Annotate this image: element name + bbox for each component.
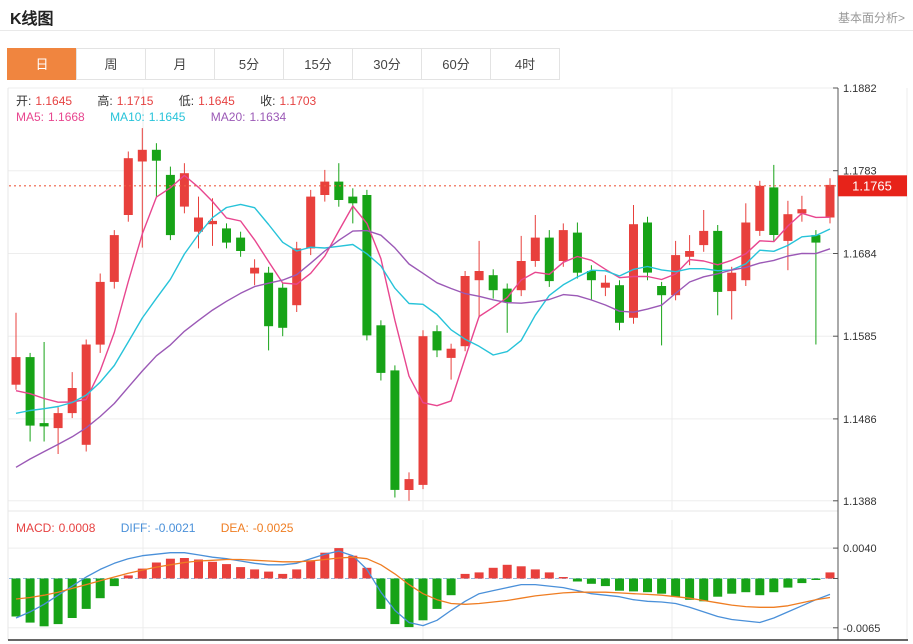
svg-text:1.1765: 1.1765	[852, 178, 892, 193]
high-value: 1.1715	[117, 94, 154, 108]
svg-text:1.1585: 1.1585	[843, 331, 877, 343]
macd-label: MACD:	[16, 521, 55, 535]
close-label: 收:	[260, 94, 275, 108]
open-value: 1.1645	[35, 94, 72, 108]
svg-text:1.1882: 1.1882	[843, 83, 877, 95]
ma10-value: 1.1645	[149, 110, 186, 124]
low-label: 低:	[179, 94, 194, 108]
diff-label: DIFF:	[121, 521, 151, 535]
diff-value: -0.0021	[155, 521, 196, 535]
ohlc-legend: 开: 1.1645 高: 1.1715 低: 1.1645 收: 1.1703	[16, 92, 320, 109]
macd-legend: MACD: 0.0008 DIFF: -0.0021 DEA: -0.0025	[16, 521, 297, 535]
svg-text:1.1388: 1.1388	[843, 496, 877, 508]
dea-label: DEA:	[221, 521, 249, 535]
high-label: 高:	[97, 94, 112, 108]
ma5-value: 1.1668	[48, 110, 85, 124]
macd-value: 0.0008	[59, 521, 96, 535]
ma20-value: 1.1634	[249, 110, 286, 124]
ma10-label: MA10:	[110, 110, 145, 124]
grid-layer	[8, 88, 907, 640]
ma20-label: MA20:	[211, 110, 246, 124]
svg-text:1.1684: 1.1684	[843, 249, 877, 261]
dea-value: -0.0025	[253, 521, 294, 535]
ma5-label: MA5:	[16, 110, 44, 124]
low-value: 1.1645	[198, 94, 235, 108]
ma-legend: MA5: 1.1668 MA10: 1.1645 MA20:1.1634	[16, 110, 290, 124]
open-label: 开:	[16, 94, 31, 108]
close-value: 1.1703	[280, 94, 317, 108]
svg-text:1.1486: 1.1486	[843, 414, 877, 426]
svg-text:-0.0065: -0.0065	[843, 623, 880, 635]
svg-text:0.0040: 0.0040	[843, 543, 877, 555]
kline-page: K线图 基本面分析> 日 周 月 5分 15分 30分 60分 4时 开:1.1…	[0, 0, 913, 644]
current-price-tag: 1.1765	[838, 175, 907, 196]
